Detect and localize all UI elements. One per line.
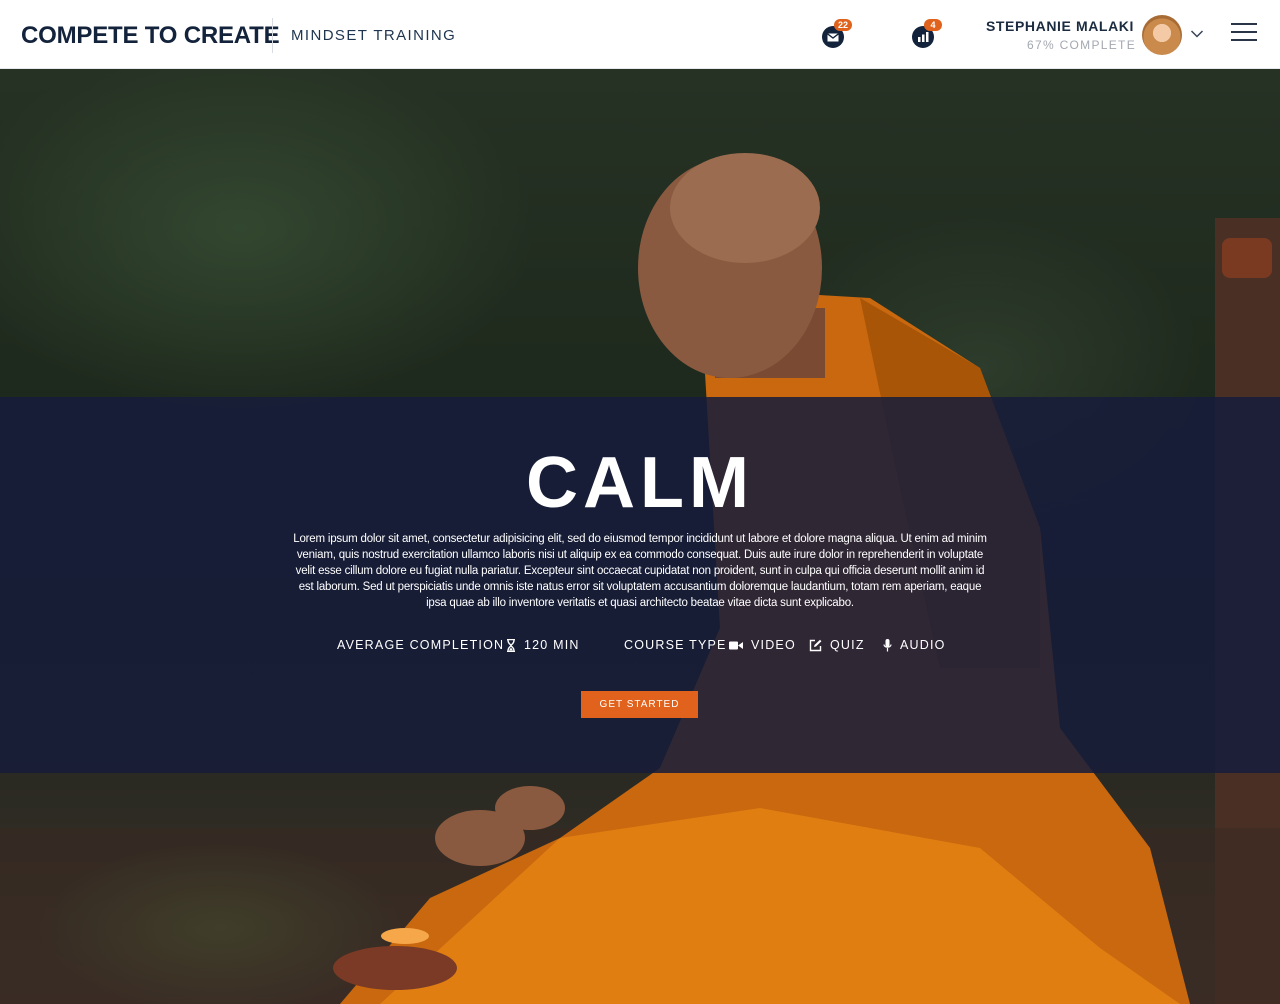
course-type-quiz-label: QUIZ bbox=[830, 638, 865, 652]
hamburger-menu-icon[interactable] bbox=[1231, 22, 1257, 42]
top-navigation-bar: COMPETE TO CREATE MINDSET TRAINING 22 4 … bbox=[0, 0, 1280, 69]
section-title: MINDSET TRAINING bbox=[291, 27, 457, 44]
user-name[interactable]: STEPHANIE MALAKI bbox=[986, 18, 1134, 34]
course-type-audio: AUDIO bbox=[883, 637, 946, 653]
microphone-icon bbox=[883, 638, 892, 652]
user-progress: 67% COMPLETE bbox=[1027, 38, 1136, 52]
average-completion-label: AVERAGE COMPLETION bbox=[337, 638, 505, 652]
brand-divider bbox=[272, 18, 273, 53]
video-camera-icon bbox=[729, 641, 743, 650]
course-type-video-label: VIDEO bbox=[751, 638, 796, 652]
course-title: CALM bbox=[526, 443, 754, 523]
bar-chart-icon bbox=[917, 32, 928, 42]
mail-icon bbox=[827, 32, 839, 41]
course-type-audio-label: AUDIO bbox=[900, 638, 946, 652]
course-type-label: COURSE TYPE bbox=[624, 638, 727, 652]
stats-button[interactable]: 4 bbox=[912, 19, 942, 48]
course-type-video: VIDEO bbox=[729, 637, 796, 653]
course-type: COURSE TYPE bbox=[624, 637, 727, 653]
completion-value: 120 MIN bbox=[524, 638, 580, 652]
brand-logo[interactable]: COMPETE TO CREATE bbox=[21, 22, 280, 50]
get-started-button[interactable]: GET STARTED bbox=[581, 691, 698, 718]
messages-button[interactable]: 22 bbox=[822, 19, 852, 48]
hourglass-icon bbox=[506, 638, 516, 652]
edit-icon bbox=[809, 639, 822, 652]
course-type-quiz: QUIZ bbox=[809, 637, 865, 653]
avatar[interactable] bbox=[1142, 15, 1182, 55]
chevron-down-icon[interactable] bbox=[1190, 29, 1204, 39]
average-completion: AVERAGE COMPLETION bbox=[337, 637, 504, 653]
course-description: Lorem ipsum dolor sit amet, consectetur … bbox=[293, 533, 987, 609]
stats-count-badge: 4 bbox=[924, 19, 942, 31]
messages-count-badge: 22 bbox=[834, 19, 852, 31]
completion-time: 120 MIN bbox=[506, 637, 580, 653]
